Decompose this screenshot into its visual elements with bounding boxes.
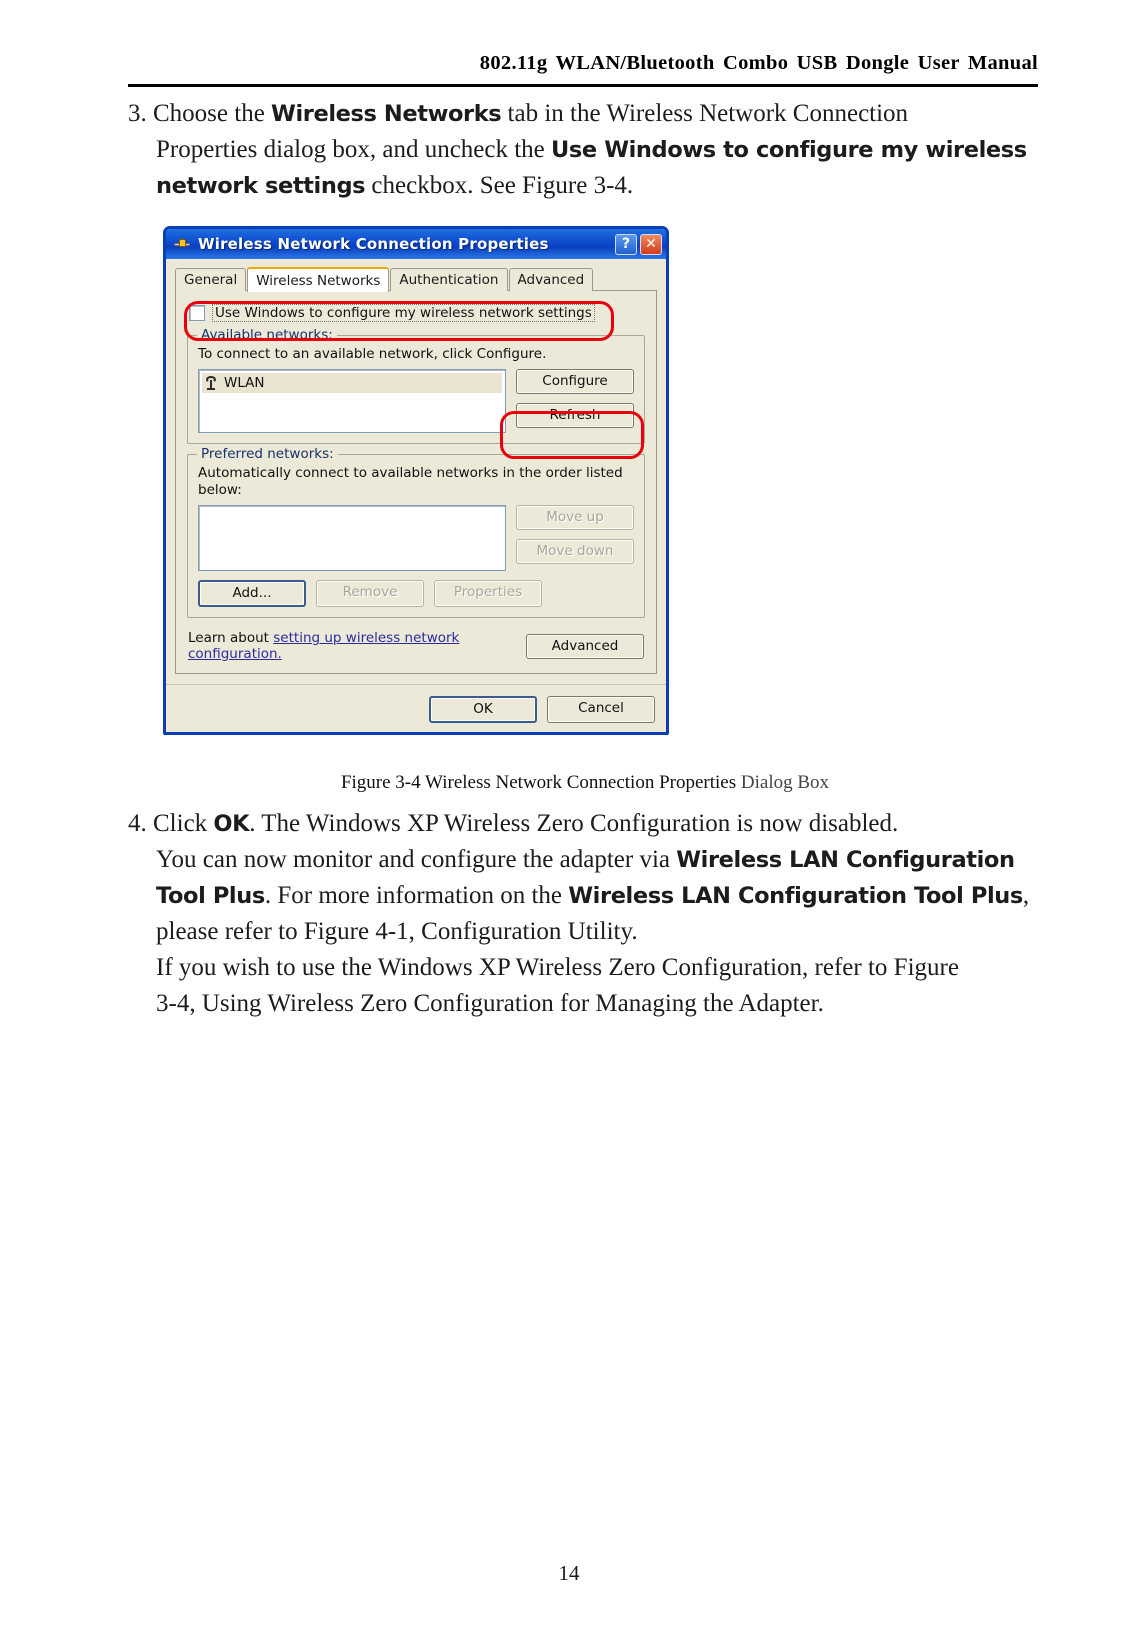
tab-wireless-networks-label: Wireless Networks [256,273,381,289]
learn-about-prefix: Learn about [188,630,274,646]
available-networks-listbox[interactable]: WLAN [198,369,506,433]
step-4-emph-wlan-config: Wireless LAN Configuration [676,847,1015,873]
preferred-networks-bottom-buttons: Add... Remove Properties [198,580,634,607]
close-icon[interactable]: ✕ [640,233,662,255]
dialog-body: General Wireless Networks Authentication… [166,259,666,675]
use-windows-checkbox[interactable] [189,305,205,321]
step-4-line-2-a: You can now monitor and configure the ad… [156,846,677,873]
dialog-footer: OK Cancel [166,684,666,732]
step-4-line-3: Tool Plus. For more information on the W… [128,878,1042,914]
wireless-network-connection-properties-dialog: Wireless Network Connection Properties ?… [163,226,669,735]
step-3-emph-use-windows: Use Windows to configure my wireless [551,137,1027,163]
use-windows-checkbox-label: Use Windows to configure my wireless net… [212,304,595,322]
available-networks-description: To connect to an available network, clic… [198,346,547,362]
step-4-line-5: If you wish to use the Windows XP Wirele… [156,954,959,981]
step-3-line-2: Properties dialog box, and uncheck the U… [128,132,1042,168]
step-4-line-3-d: , [1022,882,1030,909]
step-4-line-1-c: . The Windows XP Wireless Zero Configura… [249,810,899,837]
cancel-button[interactable]: Cancel [547,696,655,723]
step-4-line-1-a: 4. Click [128,810,214,837]
document-page: 802.11g WLAN/Bluetooth Combo USB Dongle … [0,0,1138,1652]
wireless-signal-icon [205,376,218,390]
preferred-networks-legend: Preferred networks: [197,446,338,462]
step-3-emph-wireless-networks: Wireless Networks [271,101,502,127]
figure-caption-bold: Wireless Network Connection Properties [425,772,737,793]
preferred-networks-side-buttons: Move up Move down [516,505,634,564]
step-3-line-1-a: 3. Choose the [128,100,272,127]
dialog-title: Wireless Network Connection Properties [198,235,549,253]
remove-button[interactable]: Remove [316,580,424,607]
running-header: 802.11g WLAN/Bluetooth Combo USB Dongle … [479,52,1038,74]
refresh-button[interactable]: Refresh [516,403,634,428]
figure-caption-prefix: Figure 3-4 [340,772,426,793]
figure-3-4: Wireless Network Connection Properties ?… [163,226,669,735]
figure-caption: Figure 3-4 Wireless Network Connection P… [128,772,1042,794]
tab-authentication-label: Authentication [399,272,499,288]
step-4-line-6: 3-4, Using Wireless Zero Configuration f… [156,990,824,1017]
step-4-emph-tool-plus: Tool Plus [156,883,265,909]
list-item[interactable]: WLAN [202,373,502,393]
tab-advanced[interactable]: Advanced [508,268,594,291]
step-3-emph-network-settings: network settings [156,173,366,199]
available-networks-buttons: Configure Refresh [516,369,634,428]
figure-caption-suffix: Dialog Box [736,772,830,793]
tab-authentication[interactable]: Authentication [390,268,508,291]
available-network-name: WLAN [224,375,265,391]
tab-wireless-networks[interactable]: Wireless Networks [247,267,390,292]
step-4-paragraph: 4. Click OK. The Windows XP Wireless Zer… [128,806,1042,1022]
preferred-networks-group: Preferred networks: Automatically connec… [187,446,645,618]
ok-button[interactable]: OK [429,696,537,723]
available-networks-group: Available networks: To connect to an ava… [187,327,645,444]
properties-button[interactable]: Properties [434,580,542,607]
step-3-line-2-a: Properties dialog box, and uncheck the [156,136,552,163]
move-up-button[interactable]: Move up [516,505,634,530]
header-rule [128,84,1038,87]
step-4-line-1: 4. Click OK. The Windows XP Wireless Zer… [128,806,1042,842]
available-networks-legend: Available networks: [197,327,337,343]
configure-button[interactable]: Configure [516,369,634,394]
preferred-networks-listbox[interactable] [198,505,506,571]
step-4-line-4: please refer to Figure 4-1, Configuratio… [156,918,638,945]
step-4-line-3-b: . For more information on the [264,882,569,909]
step-3-line-3: network settings checkbox. See Figure 3-… [128,168,1042,204]
tab-general-label: General [184,272,238,288]
network-adapter-icon [173,236,191,252]
step-4-line-2: You can now monitor and configure the ad… [128,842,1042,878]
tab-general[interactable]: General [175,268,247,291]
step-3-paragraph: 3. Choose the Wireless Networks tab in t… [128,96,1042,204]
wireless-networks-tab-panel: Use Windows to configure my wireless net… [175,290,657,674]
step-4-emph-ok: OK [213,811,250,837]
learn-about-text: Learn about setting up wireless network … [188,630,488,662]
move-down-button[interactable]: Move down [516,539,634,564]
preferred-networks-row: Move up Move down [198,505,634,571]
step-4-emph-wlan-config-tool-plus: Wireless LAN Configuration Tool Plus [568,883,1023,909]
dialog-titlebar: Wireless Network Connection Properties ?… [166,229,666,259]
step-3-line-1: 3. Choose the Wireless Networks tab in t… [128,96,1042,132]
learn-about-row: Learn about setting up wireless network … [187,630,645,662]
advanced-button[interactable]: Advanced [526,633,644,659]
tab-strip: General Wireless Networks Authentication… [175,267,657,292]
tab-advanced-label: Advanced [517,272,585,288]
use-windows-checkbox-row[interactable]: Use Windows to configure my wireless net… [187,301,645,325]
preferred-networks-description: Automatically connect to available netwo… [198,465,623,498]
add-button[interactable]: Add... [198,580,306,607]
step-3-line-1-c: tab in the Wireless Network Connection [501,100,909,127]
step-3-line-3-b: checkbox. See Figure 3-4. [365,172,634,199]
available-networks-row: WLAN Configure Refresh [198,369,634,433]
page-number: 14 [558,1561,580,1585]
help-button[interactable]: ? [615,233,637,255]
